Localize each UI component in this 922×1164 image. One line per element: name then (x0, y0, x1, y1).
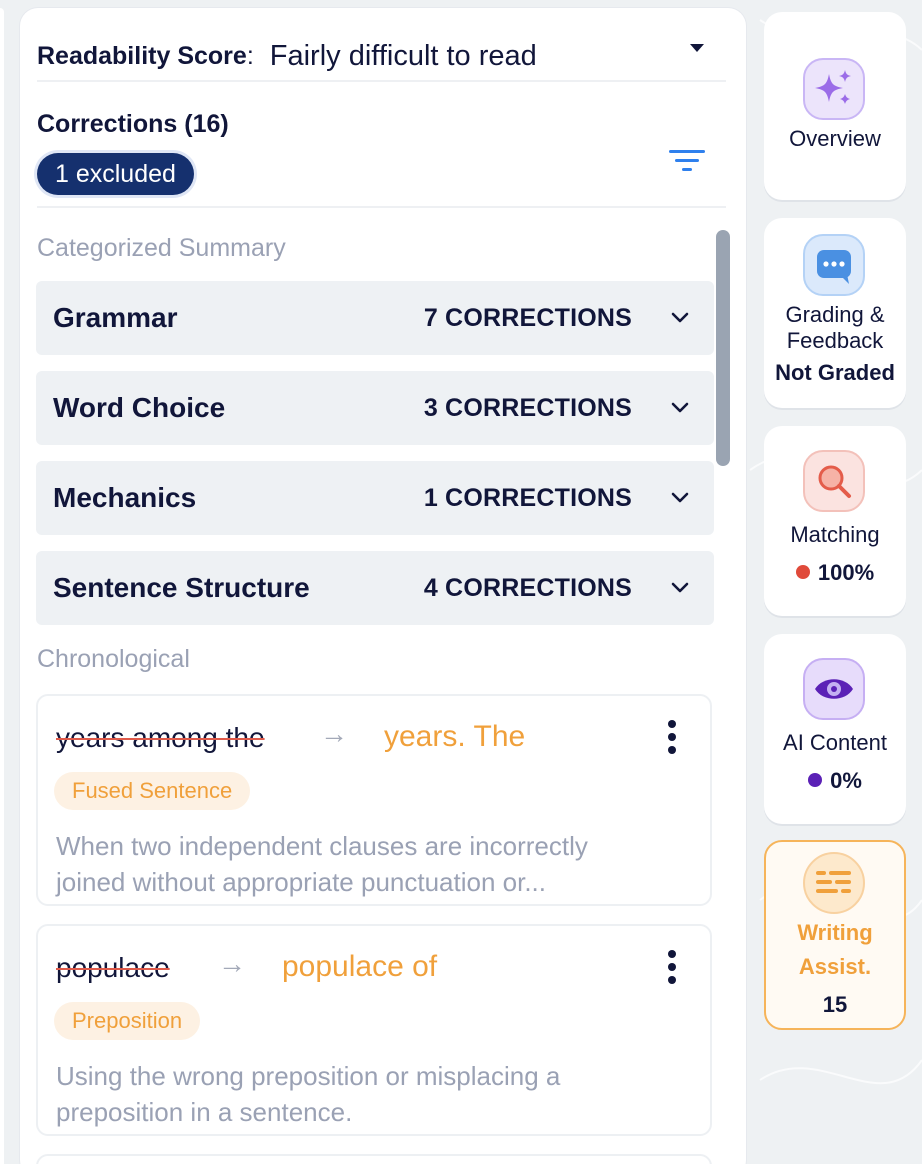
correction-card[interactable] (36, 1154, 712, 1164)
arrow-right-icon: → (218, 948, 246, 979)
category-row-mechanics[interactable]: Mechanics 1 CORRECTIONS (36, 461, 714, 535)
categorized-summary-label: Categorized Summary (37, 234, 286, 262)
matching-value-row: 100% (764, 560, 906, 586)
more-options-icon[interactable] (668, 720, 676, 754)
correction-type-tag: Preposition (54, 1002, 201, 1040)
category-name: Word Choice (53, 392, 226, 423)
eye-icon (803, 658, 865, 720)
text-lines-icon (803, 852, 865, 914)
chevron-down-icon (671, 402, 689, 413)
scrollbar-thumb[interactable] (716, 230, 730, 466)
corrections-header: Corrections (16) 1 excluded (37, 108, 726, 208)
chevron-down-icon (671, 582, 689, 593)
readability-label: Readability Score (37, 41, 247, 70)
matching-tab[interactable]: Matching 100% (764, 426, 906, 616)
writing-assist-panel: Readability Score : Fairly difficult to … (20, 8, 746, 1164)
ai-content-value: 0% (830, 768, 862, 793)
original-text: populace (56, 952, 170, 983)
category-count: 4 CORRECTIONS (423, 573, 632, 602)
correction-description: When two independent clauses are incorre… (56, 831, 588, 897)
writing-assist-label-line2: Assist. (798, 954, 872, 979)
grading-label-line2: Feedback (786, 328, 884, 353)
matching-label: Matching (790, 522, 880, 547)
grading-label-line1: Grading & (785, 302, 885, 327)
chronological-label: Chronological (37, 645, 190, 673)
category-count: 7 CORRECTIONS (423, 303, 632, 332)
matching-value: 100% (817, 560, 875, 585)
arrow-right-icon: → (320, 718, 348, 749)
category-count: 3 CORRECTIONS (423, 393, 632, 422)
writing-assist-label-line1: Writing (797, 920, 873, 945)
category-row-sentence-structure[interactable]: Sentence Structure 4 CORRECTIONS (36, 551, 714, 625)
left-panel-edge (0, 8, 4, 1164)
magnifier-icon (803, 450, 865, 512)
corrections-title: Corrections (16) (37, 110, 229, 138)
overview-label: Overview (789, 126, 881, 151)
writing-assist-count: 15 (822, 992, 848, 1017)
category-name: Grammar (53, 302, 178, 333)
category-count: 1 CORRECTIONS (423, 483, 632, 512)
filter-icon[interactable] (668, 146, 706, 176)
caret-down-icon[interactable] (690, 44, 704, 52)
suggested-text: years. The (384, 720, 526, 753)
writing-assist-tab[interactable]: Writing Assist. 15 (764, 840, 906, 1030)
ai-content-tab[interactable]: AI Content 0% (764, 634, 906, 824)
grading-feedback-tab[interactable]: Grading & Feedback Not Graded (764, 218, 906, 408)
correction-description: Using the wrong preposition or misplacin… (56, 1061, 561, 1127)
readability-colon: : (246, 41, 254, 70)
status-dot (808, 773, 823, 787)
status-dot (795, 565, 810, 579)
category-name: Sentence Structure (53, 572, 310, 603)
category-row-grammar[interactable]: Grammar 7 CORRECTIONS (36, 281, 714, 355)
original-text: years among the (56, 722, 265, 753)
excluded-badge[interactable]: 1 excluded (37, 153, 194, 195)
chat-bubble-icon (803, 234, 865, 296)
readability-value: Fairly difficult to read (269, 39, 537, 72)
overview-tab[interactable]: Overview (764, 12, 906, 200)
ai-content-label: AI Content (783, 730, 887, 755)
suggested-text: populace of (282, 950, 438, 983)
grading-status: Not Graded (775, 360, 895, 385)
correction-card[interactable]: populace → populace of Preposition Using… (36, 924, 712, 1136)
more-options-icon[interactable] (668, 950, 676, 984)
correction-card[interactable]: years among the → years. The Fused Sente… (36, 694, 712, 906)
chevron-down-icon (671, 492, 689, 503)
correction-type-tag: Fused Sentence (54, 772, 251, 810)
sparkle-icon (803, 58, 865, 120)
category-row-word-choice[interactable]: Word Choice 3 CORRECTIONS (36, 371, 714, 445)
category-name: Mechanics (53, 482, 197, 513)
readability-score-row[interactable]: Readability Score : Fairly difficult to … (37, 32, 726, 82)
chevron-down-icon (671, 312, 689, 323)
ai-content-value-row: 0% (764, 768, 906, 794)
